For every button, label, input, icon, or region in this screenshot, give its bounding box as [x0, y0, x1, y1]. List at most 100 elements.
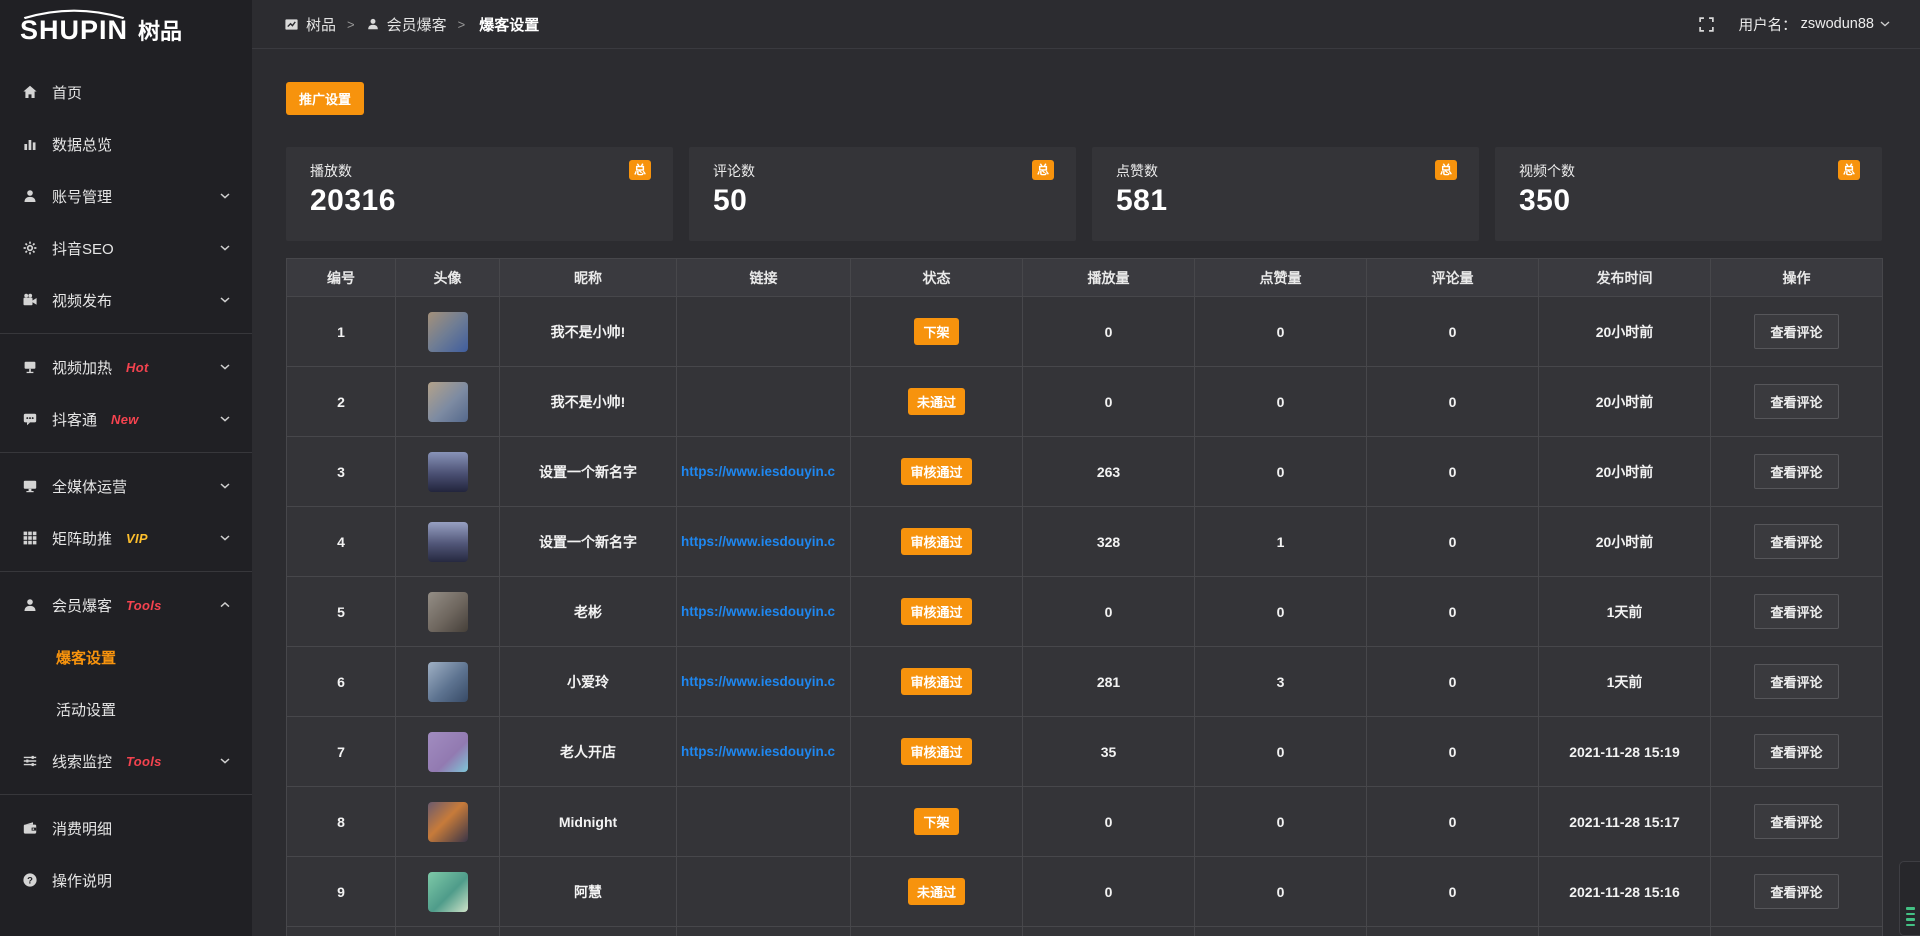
- cell-actions: 查看评论: [1711, 507, 1883, 577]
- video-link[interactable]: https://www.iesdouyin.c: [678, 744, 849, 759]
- video-link[interactable]: https://www.iesdouyin.c: [678, 674, 849, 689]
- view-comments-button[interactable]: 查看评论: [1754, 384, 1838, 419]
- stat-card-plays: 播放数 20316 总: [286, 147, 673, 241]
- sidebar-item-video-heat[interactable]: 视频加热 Hot: [0, 341, 252, 393]
- fullscreen-icon[interactable]: [1698, 16, 1715, 33]
- avatar: [428, 452, 468, 492]
- view-comments-button[interactable]: 查看评论: [1754, 734, 1838, 769]
- total-badge: 总: [1838, 160, 1860, 180]
- floating-helper-widget[interactable]: [1899, 861, 1920, 936]
- cell-avatar: [396, 297, 500, 367]
- view-comments-button[interactable]: 查看评论: [1754, 314, 1838, 349]
- cell-nickname: 阿慧: [500, 857, 677, 927]
- sidebar-item-video-publish[interactable]: 视频发布: [0, 274, 252, 326]
- cell-likes: 0: [1195, 367, 1367, 437]
- sidebar-item-omnimedia[interactable]: 全媒体运营: [0, 460, 252, 512]
- status-badge: 下架: [914, 808, 958, 835]
- view-comments-button[interactable]: 查看评论: [1754, 454, 1838, 489]
- user-menu[interactable]: 用户名： zswodun88: [1739, 14, 1890, 35]
- username-prefix: 用户名：: [1739, 14, 1797, 35]
- cell-nickname: 我不是小帅!: [500, 367, 677, 437]
- table-row: 2 我不是小帅! 未通过 0 0 0 20小时前 查看评论: [287, 367, 1883, 437]
- sidebar-item-spending-details[interactable]: 消费明细: [0, 802, 252, 854]
- cell-id: 8: [287, 787, 396, 857]
- chevron-down-icon: [220, 364, 230, 370]
- view-comments-button[interactable]: 查看评论: [1754, 524, 1838, 559]
- sidebar-item-member-baoke[interactable]: 会员爆客 Tools: [0, 579, 252, 631]
- sidebar-item-label: 矩阵助推: [52, 528, 112, 549]
- stat-label: 点赞数: [1116, 161, 1455, 181]
- sidebar-item-instructions[interactable]: ? 操作说明: [0, 854, 252, 906]
- monitor-icon: [22, 478, 38, 494]
- chevron-down-icon: [220, 416, 230, 422]
- cell-avatar: [396, 717, 500, 787]
- status-badge: 审核通过: [901, 598, 971, 625]
- cell-link: https://www.iesdouyin.c: [677, 437, 851, 507]
- green-bars-icon: [1906, 913, 1915, 916]
- promo-settings-button[interactable]: 推广设置: [286, 82, 364, 115]
- cell-status: 审核通过: [851, 577, 1023, 647]
- cell-link: https://www.iesdouyin.c: [677, 647, 851, 717]
- site-icon: [284, 17, 299, 32]
- video-link[interactable]: https://www.iesdouyin.c: [678, 604, 849, 619]
- chevron-up-icon: [220, 602, 230, 608]
- cell-link: [677, 927, 851, 936]
- stat-label: 视频个数: [1519, 161, 1858, 181]
- sidebar-subitem-baoke-settings[interactable]: 爆客设置: [0, 631, 252, 683]
- cell-plays: 0: [1023, 367, 1195, 437]
- view-comments-button[interactable]: 查看评论: [1754, 804, 1838, 839]
- video-link[interactable]: https://www.iesdouyin.c: [678, 464, 849, 479]
- sidebar-item-douyin-seo[interactable]: 抖音SEO: [0, 222, 252, 274]
- cell-status: 审核通过: [851, 647, 1023, 717]
- cell-comments: 0: [1367, 297, 1539, 367]
- wallet-icon: [22, 820, 38, 836]
- cell-link: [677, 787, 851, 857]
- cell-nickname: 设置一个新名字: [500, 507, 677, 577]
- sidebar-item-account-mgmt[interactable]: 账号管理: [0, 170, 252, 222]
- cell-likes: 0: [1195, 577, 1367, 647]
- logo-text-en: SHUPIN: [20, 15, 128, 45]
- breadcrumb-item-home[interactable]: 树品: [284, 14, 336, 35]
- logo-text-cn: 树品: [138, 6, 182, 46]
- video-link[interactable]: https://www.iesdouyin.c: [678, 534, 849, 549]
- person-icon: [366, 17, 380, 31]
- cell-publish-time: 20小时前: [1539, 297, 1711, 367]
- cell-status: 下架: [851, 297, 1023, 367]
- svg-text:?: ?: [27, 875, 33, 886]
- stat-card-likes: 点赞数 581 总: [1092, 147, 1479, 241]
- sidebar-item-data-overview[interactable]: 数据总览: [0, 118, 252, 170]
- breadcrumb-label: 树品: [306, 14, 336, 35]
- cell-avatar: [396, 787, 500, 857]
- sidebar-item-matrix-boost[interactable]: 矩阵助推 VIP: [0, 512, 252, 564]
- cell-comments: 0: [1367, 717, 1539, 787]
- sidebar-subitem-activity-settings[interactable]: 活动设置: [0, 683, 252, 735]
- col-plays: 播放量: [1023, 259, 1195, 297]
- cell-plays: 0: [1023, 857, 1195, 927]
- breadcrumb-item-member-baoke[interactable]: 会员爆客: [366, 14, 447, 35]
- cell-publish-time: 2021-11-28 15:17: [1539, 787, 1711, 857]
- stat-label: 播放数: [310, 161, 649, 181]
- cell-nickname: Midnight: [500, 787, 677, 857]
- cell-publish-time: 20小时前: [1539, 507, 1711, 577]
- cell-status: 审核通过: [851, 717, 1023, 787]
- avatar: [428, 802, 468, 842]
- view-comments-button[interactable]: 查看评论: [1754, 664, 1838, 699]
- cell-comments: 0: [1367, 507, 1539, 577]
- chevron-down-icon: [220, 758, 230, 764]
- cell-link: [677, 367, 851, 437]
- sidebar-item-douketong[interactable]: 抖客通 New: [0, 393, 252, 445]
- home-icon: [22, 84, 38, 100]
- status-badge: 审核通过: [901, 738, 971, 765]
- sidebar-item-clue-monitor[interactable]: 线索监控 Tools: [0, 735, 252, 787]
- sidebar-item-home[interactable]: 首页: [0, 66, 252, 118]
- cell-publish-time: 2021-11-28 15:16: [1539, 857, 1711, 927]
- menu-divider: [0, 452, 252, 453]
- cell-comments: 0: [1367, 437, 1539, 507]
- view-comments-button[interactable]: 查看评论: [1754, 874, 1838, 909]
- stat-cards: 播放数 20316 总 评论数 50 总 点赞数 581 总 视频个数 350: [286, 147, 1882, 241]
- cell-likes: 0: [1195, 717, 1367, 787]
- chevron-down-icon: [220, 245, 230, 251]
- view-comments-button[interactable]: 查看评论: [1754, 594, 1838, 629]
- table-row: 7 老人开店 https://www.iesdouyin.c 审核通过 35 0…: [287, 717, 1883, 787]
- sidebar-item-label: 操作说明: [52, 870, 112, 891]
